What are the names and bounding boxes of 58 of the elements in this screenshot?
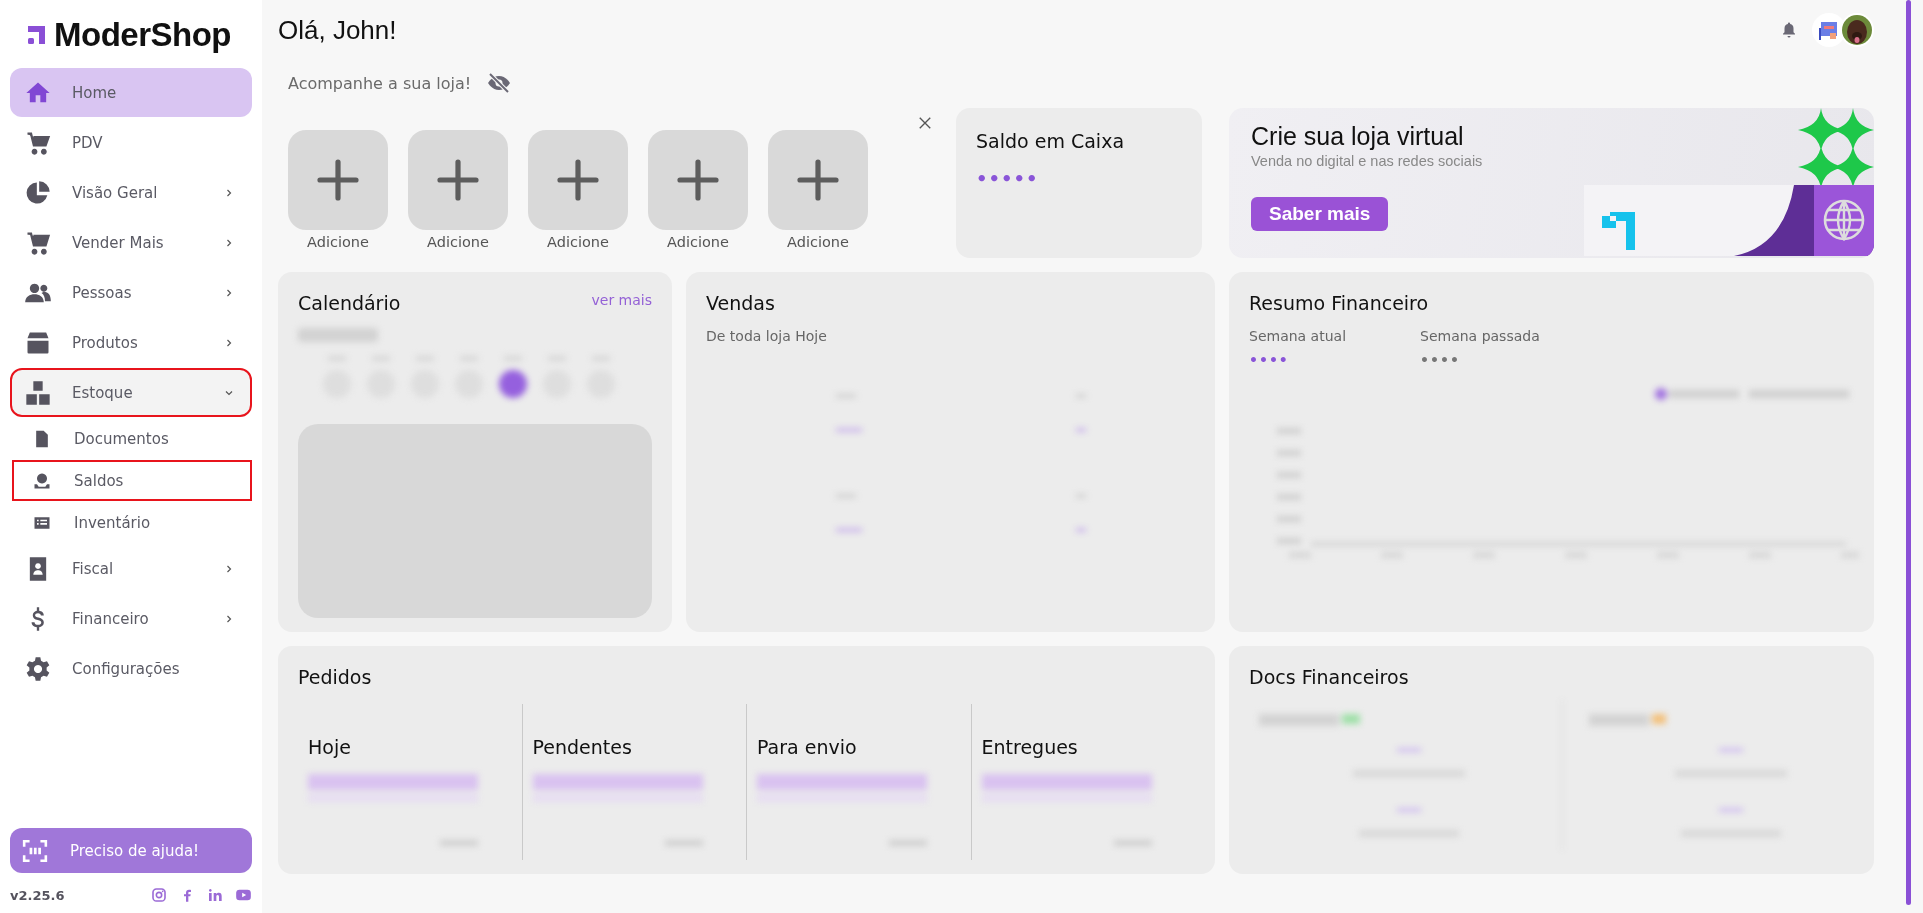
nav-item[interactable]: PDV — [10, 118, 252, 167]
section-subtitle: Acompanhe a sua loja! — [288, 73, 472, 93]
card-subtitle: De toda loja Hoje — [706, 328, 828, 344]
stat-label: Semana atual — [1249, 328, 1347, 344]
logo-text: ModerShop — [54, 16, 231, 54]
nav-subitem[interactable]: Saldos — [12, 460, 252, 501]
plus-icon — [674, 156, 722, 204]
card-title: Docs Financeiros — [1249, 666, 1410, 688]
chevron-icon — [224, 613, 234, 624]
order-status-label: Entregues — [981, 736, 1079, 758]
card-title: Saldo em Caixa — [976, 130, 1126, 152]
nav-subitem[interactable]: Documentos — [12, 418, 252, 459]
greeting-title: Olá, John! — [278, 14, 397, 46]
hidden-value: •••• — [1249, 352, 1290, 368]
chevron-icon — [224, 563, 234, 574]
nav-item[interactable]: Produtos — [10, 318, 252, 367]
bell-icon[interactable] — [1780, 21, 1798, 39]
chevron-icon — [224, 237, 234, 248]
see-more-link[interactable]: ver mais — [591, 292, 652, 308]
instagram-icon[interactable] — [151, 887, 167, 903]
nav-item[interactable]: Financeiro — [10, 594, 252, 643]
card-title: Calendário — [298, 292, 401, 314]
nav-item[interactable]: Fiscal — [10, 544, 252, 593]
plus-icon — [794, 156, 842, 204]
nav-item[interactable]: Configurações — [10, 644, 252, 693]
eye-off-icon[interactable] — [487, 71, 512, 95]
chevron-icon — [224, 287, 234, 298]
banner-title: Crie sua loja virtual — [1251, 122, 1465, 151]
help-icon — [22, 837, 48, 864]
learn-more-button[interactable]: Saber mais — [1251, 197, 1389, 231]
order-status-label: Pendentes — [532, 736, 633, 758]
nav-item[interactable]: Vender Mais — [10, 218, 252, 267]
linkedin-icon[interactable] — [207, 887, 223, 903]
settings-icon — [24, 654, 52, 683]
hidden-value: •••• — [1420, 352, 1461, 368]
card-title: Resumo Financeiro — [1249, 292, 1430, 314]
order-status-label: Hoje — [308, 736, 352, 758]
nav-item[interactable]: Estoque — [10, 368, 252, 417]
boxes-icon — [24, 378, 52, 407]
close-icon[interactable] — [918, 116, 932, 130]
chevron-icon — [224, 337, 234, 348]
nav-item[interactable]: Visão Geral — [10, 168, 252, 217]
card-title: Vendas — [706, 292, 776, 314]
youtube-icon[interactable] — [235, 887, 252, 903]
hidden-value: ••••• — [976, 168, 1040, 189]
stat-label: Semana passada — [1420, 328, 1540, 344]
banner-subtitle: Venda no digital e nas redes sociais — [1251, 153, 1484, 169]
nav-item[interactable]: Home — [10, 68, 252, 117]
plus-icon — [314, 156, 362, 204]
nav-item[interactable]: Pessoas — [10, 268, 252, 317]
order-status-label: Para envio — [757, 736, 858, 758]
plus-icon — [434, 156, 482, 204]
plus-icon — [554, 156, 602, 204]
nav-subitem[interactable]: Inventário — [12, 502, 252, 543]
scrollbar[interactable] — [1906, 0, 1911, 905]
chevron-icon — [224, 187, 234, 198]
card-title: Pedidos — [298, 666, 373, 688]
version-label: v2.25.6 — [10, 887, 65, 903]
